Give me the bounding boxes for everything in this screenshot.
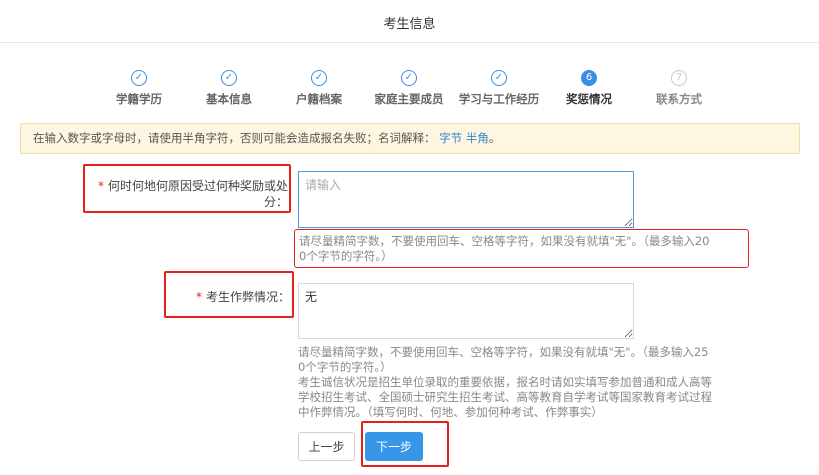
step-xuexi-gongzuo[interactable]: ✓ 学习与工作经历 bbox=[449, 70, 549, 107]
check-icon: ✓ bbox=[401, 70, 417, 86]
step-label: 学习与工作经历 bbox=[458, 92, 540, 106]
cheating-label-text: 考生作弊情况： bbox=[205, 290, 290, 304]
cheating-hint-line: 考生诚信状况是招生单位录取的重要依据，报名时请如实填写参加普通和成人高等 bbox=[298, 375, 712, 389]
required-mark: * bbox=[195, 290, 202, 304]
link-banjiao[interactable]: 半角 bbox=[466, 131, 489, 145]
check-icon: ✓ bbox=[491, 70, 507, 86]
step-label: 学籍学历 bbox=[116, 92, 162, 106]
step-progress: ✓ 学籍学历 ✓ 基本信息 ✓ 户籍档案 ✓ 家庭主要成员 ✓ 学习与工作经历 … bbox=[0, 70, 819, 110]
cheating-hint-line: 0个字节的字符。） bbox=[298, 360, 392, 374]
awards-textarea[interactable] bbox=[298, 171, 634, 228]
cheating-hint-line: 学校招生考试、全国硕士研究生招生考试、高等教育自学考试等国家教育考试过程 bbox=[298, 390, 712, 404]
step-number-badge: 7 bbox=[671, 70, 687, 86]
step-label: 奖惩情况 bbox=[566, 92, 612, 106]
prev-step-button[interactable]: 上一步 bbox=[298, 432, 355, 461]
awards-label-line2: 分： bbox=[263, 195, 288, 209]
check-icon: ✓ bbox=[221, 70, 237, 86]
step-jiating-chengyuan[interactable]: ✓ 家庭主要成员 bbox=[359, 70, 459, 107]
awards-label-line1: 何时何地何原因受过何种奖励或处 bbox=[107, 179, 288, 193]
notice-text: 在输入数字或字母时，请使用半角字符，否则可能会造成报名失败；名词解释： bbox=[33, 131, 436, 145]
step-label: 联系方式 bbox=[656, 92, 702, 106]
awards-hint-line1: 请尽量精简字数，不要使用回车、空格等字符，如果没有就填"无"。（最多输入20 bbox=[299, 234, 710, 248]
awards-label: * 何时何地何原因受过何种奖励或处 分： bbox=[88, 178, 288, 210]
notice-suffix: 。 bbox=[488, 131, 501, 145]
link-zijie[interactable]: 字节 bbox=[439, 131, 462, 145]
cheating-hint-line: 中作弊情况。（填写何时、何地、参加何种考试、作弊事实） bbox=[298, 405, 603, 419]
page-title: 考生信息 bbox=[383, 17, 436, 32]
awards-hint-line2: 0个字节的字符。） bbox=[299, 249, 393, 263]
check-icon: ✓ bbox=[311, 70, 327, 86]
step-jiben-xinxi[interactable]: ✓ 基本信息 bbox=[179, 70, 279, 107]
step-xueji-xueli[interactable]: ✓ 学籍学历 bbox=[89, 70, 189, 107]
next-step-button[interactable]: 下一步 bbox=[365, 432, 423, 461]
step-lianxi-fangshi[interactable]: 7 联系方式 bbox=[629, 70, 729, 107]
step-jiangcheng[interactable]: 6 奖惩情况 bbox=[539, 70, 639, 107]
step-label: 家庭主要成员 bbox=[374, 92, 444, 106]
awards-hint: 请尽量精简字数，不要使用回车、空格等字符，如果没有就填"无"。（最多输入20 0… bbox=[299, 234, 745, 264]
cheating-label: * 考生作弊情况： bbox=[170, 289, 290, 305]
step-number-badge: 6 bbox=[581, 70, 597, 86]
notice-banner: 在输入数字或字母时，请使用半角字符，否则可能会造成报名失败；名词解释： 字节 半… bbox=[20, 123, 800, 154]
check-icon: ✓ bbox=[131, 70, 147, 86]
cheating-hint-line: 请尽量精简字数，不要使用回车、空格等字符，如果没有就填"无"。（最多输入25 bbox=[298, 345, 709, 359]
step-label: 基本信息 bbox=[206, 92, 252, 106]
cheating-hint: 请尽量精简字数，不要使用回车、空格等字符，如果没有就填"无"。（最多输入25 0… bbox=[298, 345, 748, 420]
required-mark: * bbox=[97, 179, 104, 193]
cheating-textarea[interactable] bbox=[298, 283, 634, 339]
step-huji-dangan[interactable]: ✓ 户籍档案 bbox=[269, 70, 369, 107]
step-label: 户籍档案 bbox=[296, 92, 342, 106]
page-header: 考生信息 bbox=[0, 0, 819, 43]
